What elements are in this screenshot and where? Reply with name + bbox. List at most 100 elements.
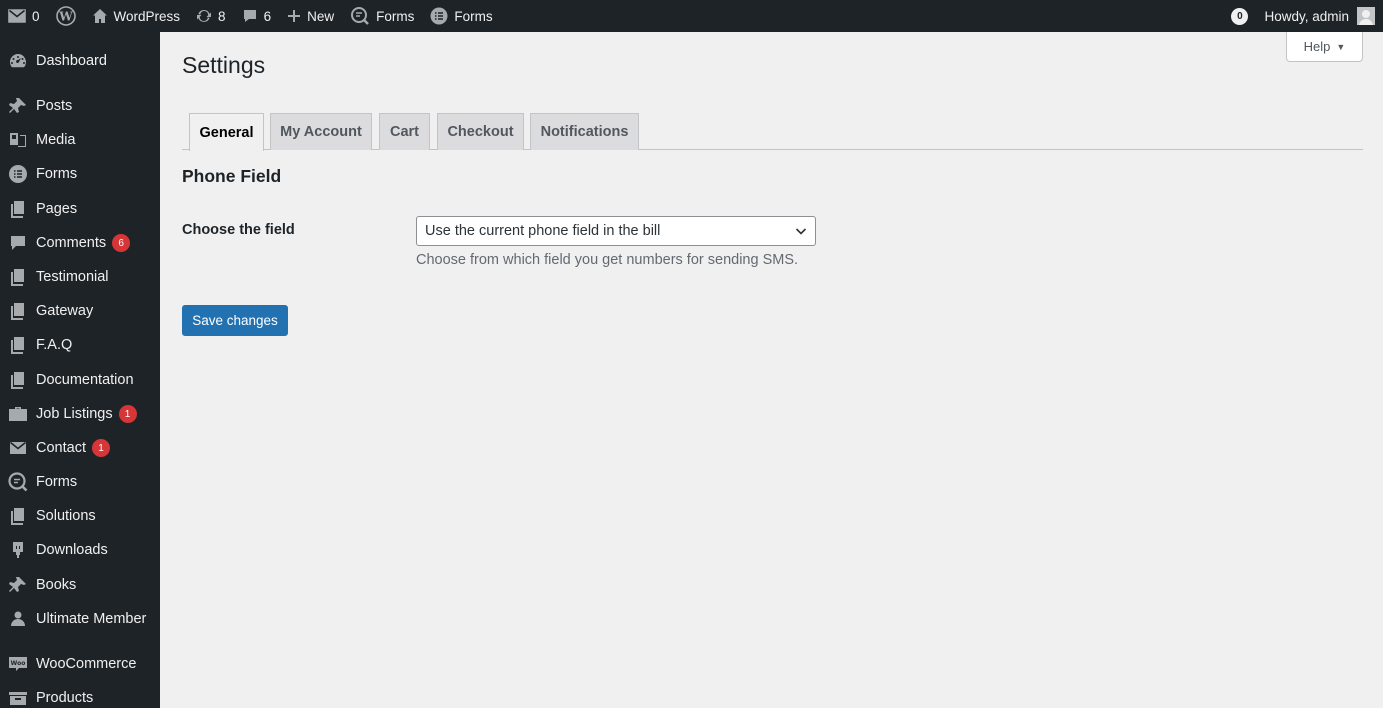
sidebar-item-label: Ultimate Member (36, 611, 147, 627)
sidebar-item-gateway[interactable]: Gateway (0, 294, 160, 328)
settings-tabs: General My Account Cart Checkout Notific… (182, 113, 1363, 151)
contact-badge: 1 (91, 439, 110, 457)
updates-count: 8 (218, 8, 226, 24)
save-changes-button[interactable]: Save changes (182, 305, 288, 336)
field-label: Choose the field (182, 222, 295, 238)
sidebar-item-label: Documentation (36, 372, 134, 388)
sidebar-item-testimonial[interactable]: Testimonial (0, 260, 160, 294)
help-label: Help (1303, 39, 1331, 54)
admin-sidebar: Dashboard Posts Media Forms Pages Commen… (0, 32, 160, 708)
chevron-down-icon (795, 228, 807, 235)
page-icon (0, 370, 36, 390)
page-icon (0, 199, 36, 219)
messages-count: 0 (32, 8, 40, 24)
pin-icon (0, 575, 36, 595)
forms-item-2[interactable]: Forms (422, 0, 500, 32)
new-label: New (307, 8, 335, 24)
sidebar-item-solutions[interactable]: Solutions (0, 499, 160, 533)
tab-my-account[interactable]: My Account (270, 113, 372, 150)
new-content-item[interactable]: New (279, 0, 342, 32)
sidebar-item-faq[interactable]: F.A.Q (0, 328, 160, 362)
wordpress-logo-icon: W (55, 6, 76, 26)
wp-logo-item[interactable]: W (48, 0, 84, 32)
sidebar-item-pages[interactable]: Pages (0, 192, 160, 226)
media-icon (0, 130, 36, 150)
site-name-item[interactable]: WordPress (84, 0, 189, 32)
sidebar-item-label: Pages (36, 201, 78, 217)
sidebar-item-documentation[interactable]: Documentation (0, 363, 160, 397)
woo-icon: Woo (0, 654, 36, 674)
plus-icon (288, 10, 301, 22)
sidebar-item-forms[interactable]: Forms (0, 157, 160, 191)
forms-icon (430, 7, 448, 25)
avatar (1357, 7, 1375, 25)
sidebar-item-label: Job Listings (36, 406, 113, 422)
phone-field-select[interactable]: Use the current phone field in the bill (416, 216, 816, 246)
sidebar-item-books[interactable]: Books (0, 568, 160, 602)
home-icon (92, 9, 107, 23)
messages-item[interactable]: 0 (0, 0, 48, 32)
forms-icon (0, 164, 36, 184)
admin-bar: 0 W WordPress 8 6 New Forms Forms 0 Howd… (0, 0, 1383, 32)
pin-icon (0, 96, 36, 116)
tab-label: Checkout (447, 124, 514, 140)
notifications-item[interactable]: 0 (1223, 0, 1256, 32)
sidebar-item-media[interactable]: Media (0, 123, 160, 157)
sidebar-item-label: Products (36, 690, 94, 706)
notification-count: 0 (1231, 7, 1249, 25)
download-icon (0, 540, 36, 560)
sidebar-item-dashboard[interactable]: Dashboard (0, 44, 160, 78)
howdy-text: Howdy, admin (1264, 8, 1349, 24)
sidebar-item-label: Dashboard (36, 53, 107, 69)
updates-item[interactable]: 8 (188, 0, 234, 32)
user-icon (0, 609, 36, 629)
tab-general[interactable]: General (189, 113, 264, 151)
sidebar-item-job-listings[interactable]: Job Listings 1 (0, 397, 160, 431)
sidebar-item-products[interactable]: Products (0, 681, 160, 708)
sidebar-item-label: Media (36, 132, 76, 148)
comments-item[interactable]: 6 (234, 0, 280, 32)
page-icon (0, 506, 36, 526)
my-account-item[interactable]: Howdy, admin (1256, 0, 1383, 32)
sidebar-item-label: Posts (36, 98, 73, 114)
tab-label: My Account (280, 124, 362, 140)
sidebar-item-downloads[interactable]: Downloads (0, 533, 160, 567)
caret-down-icon: ▼ (1336, 41, 1346, 52)
sidebar-item-posts[interactable]: Posts (0, 89, 160, 123)
tab-label: Notifications (540, 124, 629, 140)
tab-label: General (199, 124, 254, 141)
svg-text:W: W (58, 10, 73, 24)
sidebar-item-ultimate-member[interactable]: Ultimate Member (0, 602, 160, 636)
tab-checkout[interactable]: Checkout (437, 113, 524, 150)
sidebar-item-comments[interactable]: Comments 6 (0, 226, 160, 260)
help-button[interactable]: Help ▼ (1286, 32, 1363, 62)
forms-label-2: Forms (454, 8, 493, 24)
job-listings-badge: 1 (118, 405, 137, 423)
page-icon (0, 301, 36, 321)
comment-icon (0, 233, 36, 253)
sidebar-item-label: WooCommerce (36, 656, 137, 672)
tab-notifications[interactable]: Notifications (530, 113, 639, 150)
forms-label-1: Forms (376, 8, 415, 24)
sidebar-item-label: Gateway (36, 303, 94, 319)
sidebar-item-label: Books (36, 577, 77, 593)
mail-icon (8, 9, 26, 23)
sidebar-item-label: F.A.Q (36, 337, 73, 353)
sidebar-item-label: Downloads (36, 542, 108, 558)
sidebar-item-label: Testimonial (36, 269, 109, 285)
sidebar-item-woocommerce[interactable]: Woo WooCommerce (0, 647, 160, 681)
svg-text:Woo: Woo (11, 660, 26, 667)
tab-cart[interactable]: Cart (379, 113, 430, 150)
archive-icon (0, 688, 36, 708)
forms-item-1[interactable]: Forms (342, 0, 422, 32)
site-name: WordPress (113, 8, 181, 24)
sidebar-item-contact[interactable]: Contact 1 (0, 431, 160, 465)
sidebar-item-forms-2[interactable]: Forms (0, 465, 160, 499)
sidebar-item-label: Contact (36, 440, 86, 456)
field-description: Choose from which field you get numbers … (416, 252, 799, 268)
page-icon (0, 267, 36, 287)
comments-badge: 6 (112, 234, 131, 252)
page-title: Settings (182, 52, 266, 78)
updates-icon (197, 10, 212, 22)
select-value: Use the current phone field in the bill (425, 223, 661, 239)
